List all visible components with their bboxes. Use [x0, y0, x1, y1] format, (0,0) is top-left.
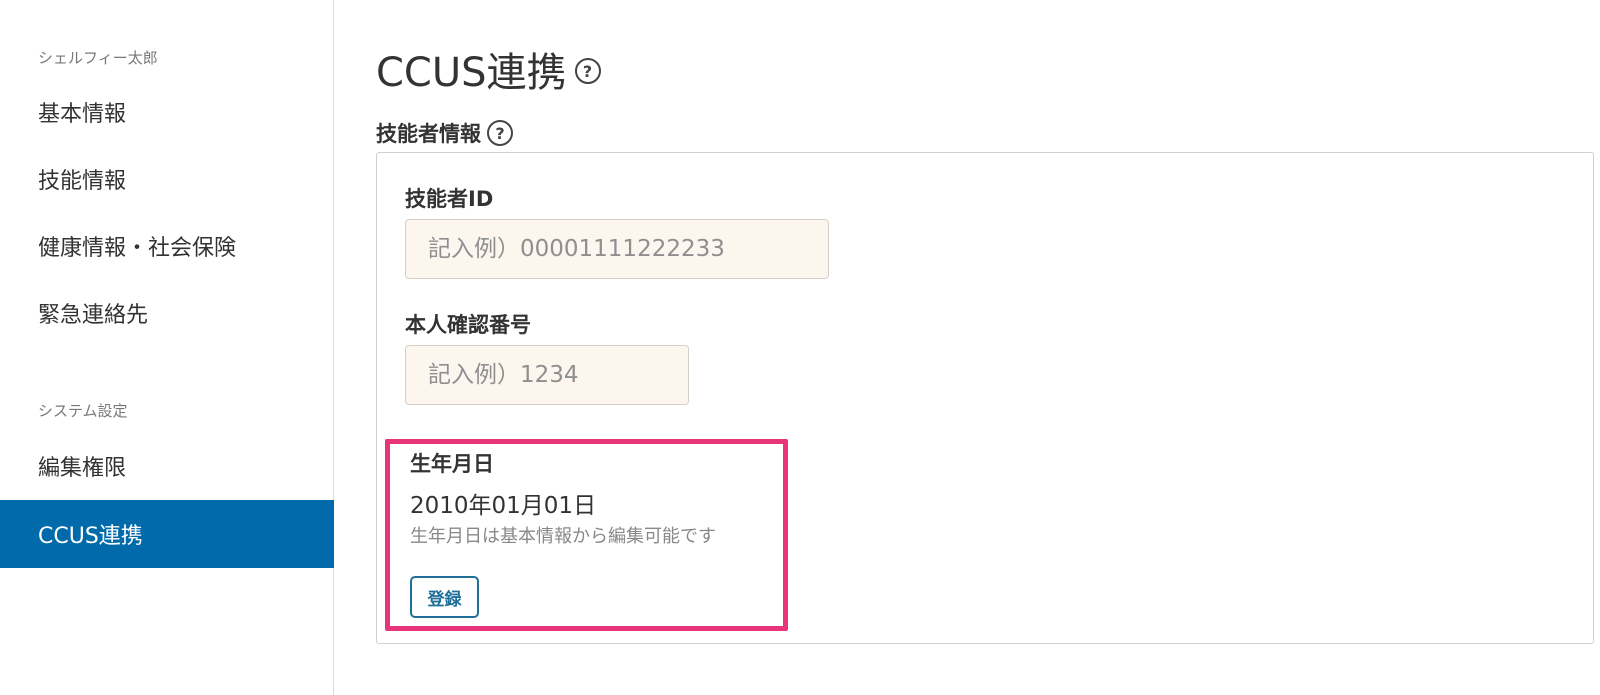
section-help-icon[interactable]: ? [487, 120, 513, 146]
register-button[interactable]: 登録 [410, 576, 479, 618]
help-icon[interactable]: ? [574, 58, 601, 84]
sidebar-group-system-settings: システム設定 [38, 402, 128, 420]
birthdate-note: 生年月日は基本情報から編集可能です [410, 526, 716, 547]
identity-number-label: 本人確認番号 [405, 313, 531, 337]
sidebar-item-emergency-contact[interactable]: 緊急連絡先 [0, 279, 334, 347]
sidebar-group-user-name: シェルフィー太郎 [38, 49, 158, 67]
app-root: シェルフィー太郎 基本情報 技能情報 健康情報・社会保険 緊急連絡先 システム設… [0, 0, 1600, 695]
section-title-text: 技能者情報 [376, 122, 481, 146]
birthdate-value: 2010年01月01日 [410, 493, 597, 519]
sidebar-item-health-insurance[interactable]: 健康情報・社会保険 [0, 212, 334, 280]
birthdate-label: 生年月日 [410, 452, 494, 476]
sidebar-item-edit-permissions[interactable]: 編集権限 [0, 432, 334, 500]
birthdate-highlight-box: 生年月日 2010年01月01日 生年月日は基本情報から編集可能です 登録 [385, 439, 788, 631]
sidebar-item-skill-info[interactable]: 技能情報 [0, 145, 334, 213]
section-title: 技能者情報 ? [376, 118, 513, 148]
sidebar-item-basic-info[interactable]: 基本情報 [0, 78, 334, 146]
sidebar: シェルフィー太郎 基本情報 技能情報 健康情報・社会保険 緊急連絡先 システム設… [0, 0, 334, 695]
worker-info-panel: 技能者ID 本人確認番号 生年月日 2010年01月01日 生年月日は基本情報か… [376, 152, 1594, 644]
page-title: CCUS連携 ? [376, 44, 601, 96]
worker-id-input[interactable] [405, 219, 829, 279]
worker-id-label: 技能者ID [405, 187, 494, 211]
main-content: CCUS連携 ? 技能者情報 ? 技能者ID 本人確認番号 生年月日 2010年… [334, 0, 1600, 695]
sidebar-item-ccus-link[interactable]: CCUS連携 [0, 500, 334, 568]
page-title-text: CCUS連携 [376, 50, 567, 96]
identity-number-input[interactable] [405, 345, 689, 405]
